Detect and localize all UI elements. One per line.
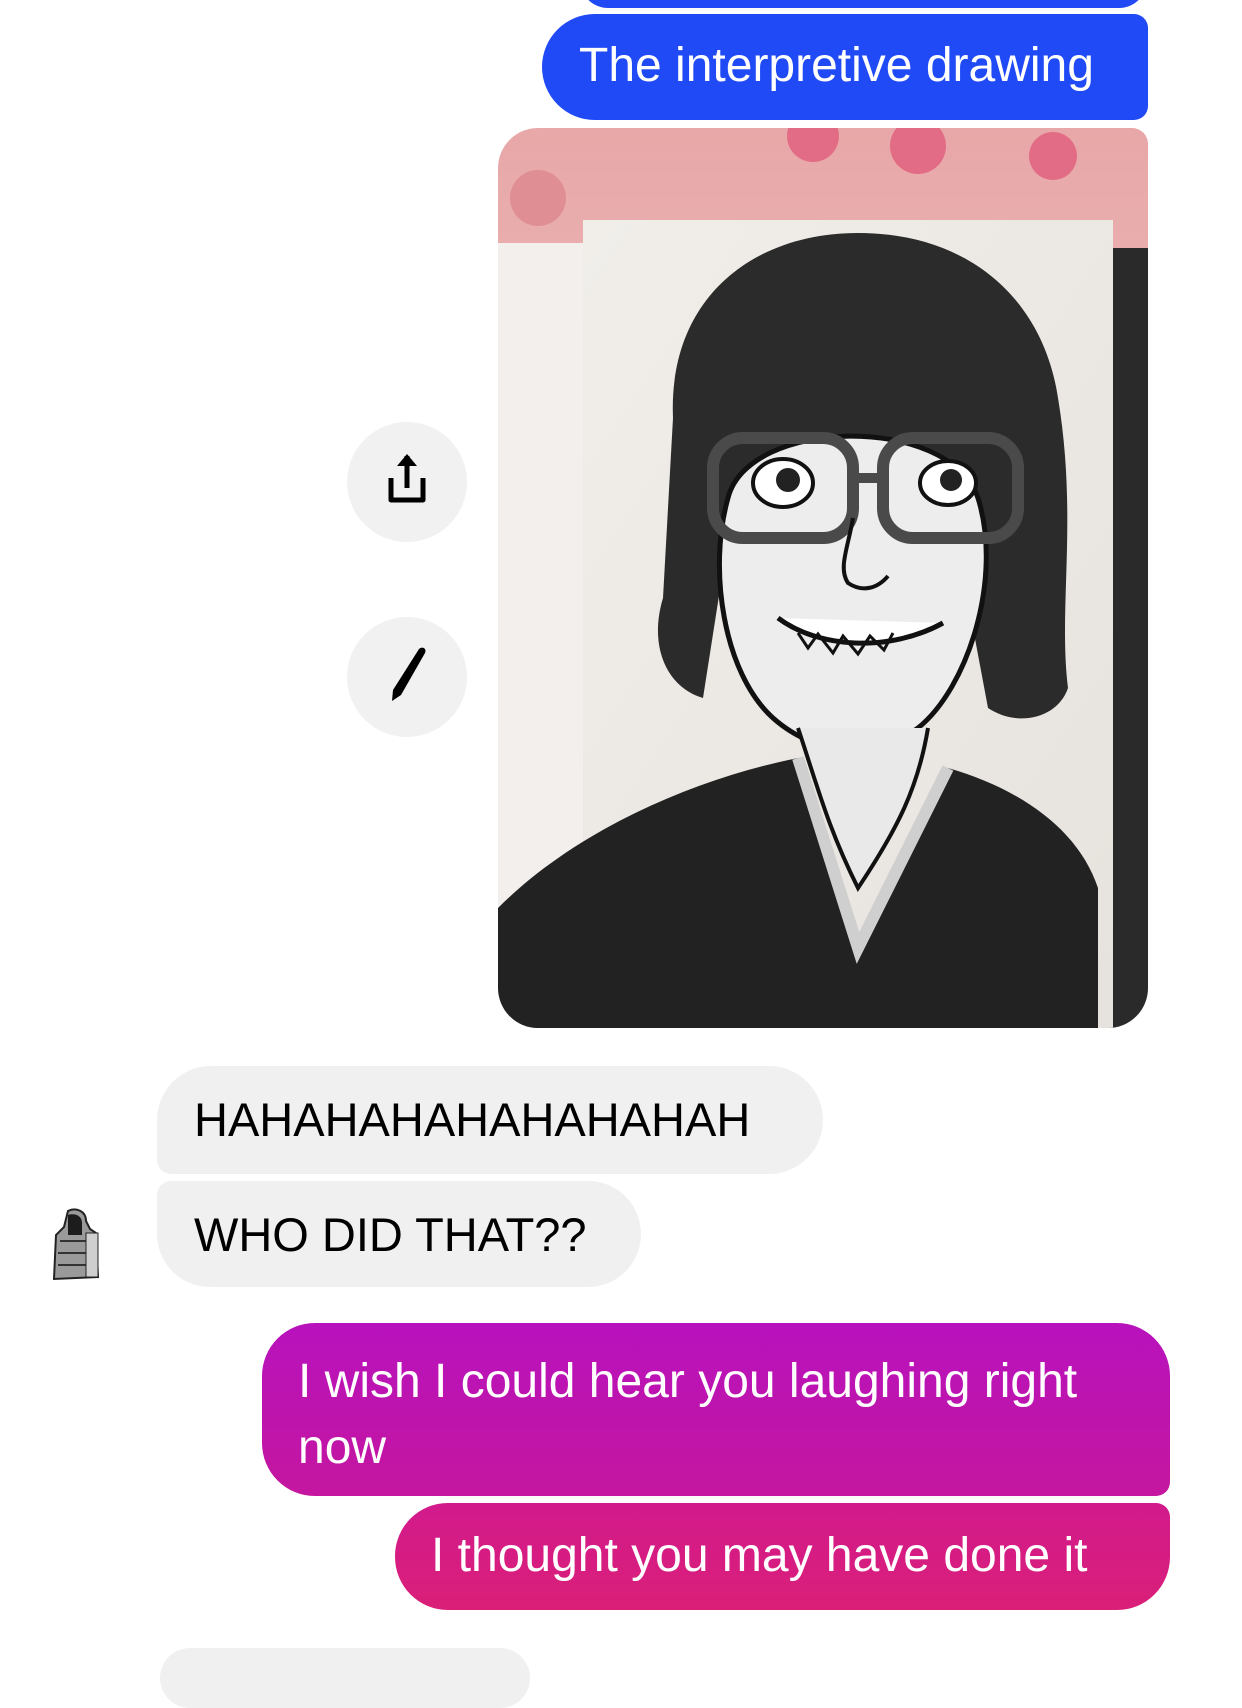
message-text: HAHAHAHAHAHAHAHAH: [194, 1093, 751, 1146]
message-text: I wish I could hear you laughing right n…: [298, 1355, 1078, 1474]
share-icon: [388, 454, 426, 503]
share-button[interactable]: [347, 422, 467, 542]
sent-message-bubble[interactable]: I thought you may have done it: [395, 1503, 1170, 1610]
portrait-drawing-image: [498, 128, 1148, 1028]
sent-message-bubble[interactable]: The interpretive drawing: [542, 14, 1148, 120]
avatar[interactable]: [46, 1205, 106, 1285]
pencil-icon: [392, 647, 426, 701]
edit-button[interactable]: [347, 617, 467, 737]
received-message-bubble[interactable]: HAHAHAHAHAHAHAHAH: [157, 1066, 823, 1174]
message-text: I thought you may have done it: [431, 1529, 1088, 1582]
sent-message-bubble[interactable]: I wish I could hear you laughing right n…: [262, 1323, 1170, 1496]
previous-message-bubble[interactable]: [580, 0, 1147, 8]
message-text: The interpretive drawing: [579, 39, 1094, 92]
message-text: WHO DID THAT??: [194, 1208, 587, 1261]
received-message-bubble[interactable]: WHO DID THAT??: [157, 1181, 641, 1287]
received-message-bubble[interactable]: [160, 1648, 530, 1708]
photo-attachment[interactable]: [498, 128, 1148, 1028]
